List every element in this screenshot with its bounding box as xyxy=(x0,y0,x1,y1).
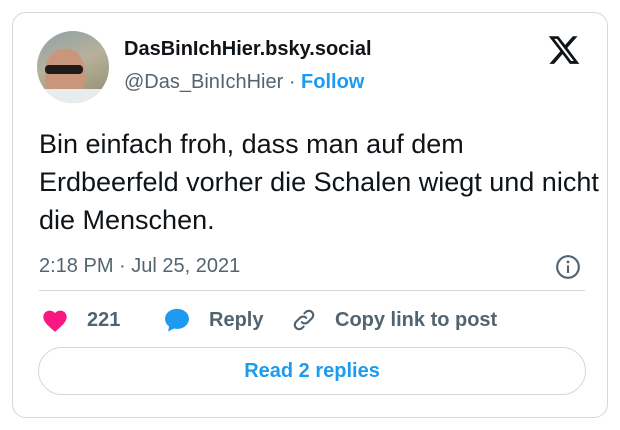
author-handle[interactable]: @Das_BinIchHier xyxy=(124,71,283,93)
author-handle-row: @Das_BinIchHier · Follow xyxy=(124,71,364,94)
divider xyxy=(39,290,585,291)
avatar-sunglasses xyxy=(45,65,83,74)
reply-button[interactable]: Reply xyxy=(163,303,263,337)
tweet-card: DasBinIchHier.bsky.social @Das_BinIchHie… xyxy=(12,12,608,418)
copy-link-label: Copy link to post xyxy=(335,308,498,331)
like-button[interactable]: 221 xyxy=(41,303,120,337)
author-display-name[interactable]: DasBinIchHier.bsky.social xyxy=(124,38,372,61)
info-icon[interactable] xyxy=(555,254,581,280)
follow-button[interactable]: Follow xyxy=(301,71,364,93)
read-replies-button[interactable]: Read 2 replies xyxy=(38,347,586,395)
copy-link-button[interactable]: Copy link to post xyxy=(291,303,497,337)
avatar[interactable] xyxy=(37,31,109,103)
reply-label: Reply xyxy=(209,308,264,331)
link-icon xyxy=(293,309,315,331)
avatar-shirt xyxy=(37,89,109,103)
likes-count: 221 xyxy=(87,308,121,331)
handle-separator: · xyxy=(288,71,296,93)
post-timestamp[interactable]: 2:18 PM · Jul 25, 2021 xyxy=(39,255,240,278)
speech-bubble-icon xyxy=(165,308,189,332)
heart-icon xyxy=(43,310,67,332)
post-text: Bin einfach froh, dass man auf dem Erdbe… xyxy=(39,129,599,235)
read-replies-label: Read 2 replies xyxy=(244,359,380,382)
x-logo-icon[interactable] xyxy=(547,33,581,67)
